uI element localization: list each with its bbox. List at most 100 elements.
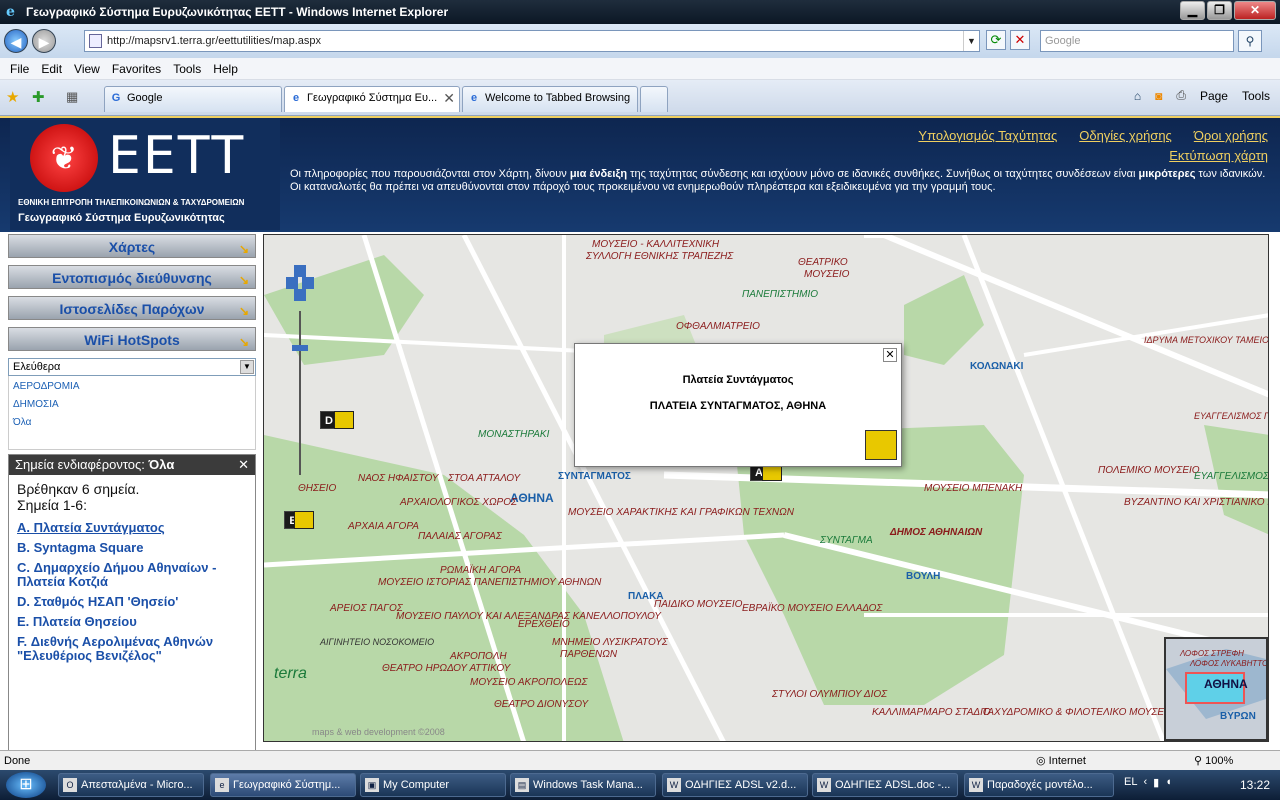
category-airports[interactable]: ΑΕΡΟΔΡΟΜΙΑ bbox=[13, 380, 251, 398]
result-link[interactable]: D. Σταθμός ΗΣΑΠ 'Θησείο' bbox=[17, 595, 247, 609]
taskbar-item[interactable]: W ΟΔΗΓΙΕΣ ADSL.doc -... bbox=[812, 773, 958, 797]
search-input[interactable]: Google bbox=[1040, 30, 1234, 52]
taskbar-item[interactable]: W Παραδοχές μοντέλο... bbox=[964, 773, 1114, 797]
map-label: ΑΙΓΙΝΗΤΕΙΟ ΝΟΣΟΚΟΜΕΙΟ bbox=[320, 637, 435, 647]
logo-subtitle: ΕΘΝΙΚΗ ΕΠΙΤΡΟΠΗ ΤΗΛΕΠΙΚΟΙΝΩΝΙΩΝ & ΤΑΧΥΔΡ… bbox=[18, 198, 245, 207]
feeds-icon[interactable]: ◙ bbox=[1155, 89, 1162, 103]
result-link[interactable]: E. Πλατεία Θησείου bbox=[17, 615, 247, 629]
map-label: ΒΟΥΛΗ bbox=[906, 571, 941, 582]
arrow-icon: ↘ bbox=[238, 242, 249, 256]
network-icon[interactable]: ▮ bbox=[1153, 776, 1159, 789]
window-title: Γεωγραφικό Σύστημα Ευρυζωνικότητας ΕΕΤΤ … bbox=[26, 5, 449, 19]
poi-panel-header: Σημεία ενδιαφέροντος: Όλα ✕ bbox=[9, 455, 255, 475]
tab-close-icon[interactable]: ✕ bbox=[443, 90, 455, 107]
menu-favorites[interactable]: Favorites bbox=[106, 62, 167, 76]
tab-welcome[interactable]: e Welcome to Tabbed Browsing bbox=[462, 86, 638, 112]
map-label: ΕΥΑΓΓΕΛΙΣΜΟΣ ΠΕΡΙΦΕΡΕΙΑΚΟ ΝΟΣΟΚΟΜΕΙΟ bbox=[1194, 411, 1268, 421]
map-label: ΑΚΡΟΠΟΛΗ bbox=[450, 651, 507, 662]
map-label: ΡΩΜΑΪΚΗ ΑΓΟΡΑ bbox=[440, 565, 522, 576]
eett-logo[interactable]: ❦ ΕΕΤΤ ΕΘΝΙΚΗ ΕΠΙΤΡΟΠΗ ΤΗΛΕΠΙΚΟΙΝΩΝΙΩΝ &… bbox=[10, 118, 280, 230]
menu-help[interactable]: Help bbox=[207, 62, 244, 76]
sidebar-button-maps[interactable]: Χάρτες ↘ bbox=[8, 234, 256, 258]
overview-minimap[interactable]: ΑΘΗΝΑ ΛΟΦΟΣ ΣΤΡΕΦΗ ΛΟΦΟΣ ΛΥΚΑΒΗΤΤΟΥ ΒΥΡΩ… bbox=[1164, 637, 1268, 741]
result-link[interactable]: C. Δημαρχείο Δήμου Αθηναίων - Πλατεία Κο… bbox=[17, 561, 247, 589]
ie-icon: e bbox=[292, 92, 300, 104]
tray-arrow-icon[interactable]: ‹ bbox=[1143, 776, 1147, 789]
print-icon[interactable]: ⎙ bbox=[1176, 88, 1186, 103]
tab-eett-map[interactable]: e Γεωγραφικό Σύστημα Ευ... ✕ bbox=[284, 86, 460, 112]
instructions-link[interactable]: Οδηγίες χρήσης bbox=[1079, 128, 1172, 143]
home-icon[interactable]: ⌂ bbox=[1134, 89, 1141, 103]
menu-view[interactable]: View bbox=[68, 62, 106, 76]
map-label: ΒΥΡΩΝ bbox=[1220, 711, 1256, 722]
wifi-filter-select[interactable]: Ελεύθερα ▼ bbox=[8, 358, 256, 376]
print-map-link[interactable]: Εκτύπωση χάρτη bbox=[1169, 148, 1268, 163]
map-label: ΜΟΥΣΕΙΟ ΧΑΡΑΚΤΙΚΗΣ ΚΑΙ ΓΡΑΦΙΚΩΝ ΤΕΧΝΩΝ bbox=[568, 507, 794, 518]
start-button[interactable]: ⊞ bbox=[6, 772, 46, 798]
favorites-star-icon[interactable]: ★ bbox=[6, 88, 19, 106]
search-icon[interactable]: ⚲ bbox=[1238, 30, 1262, 52]
zoom-level[interactable]: ⚲ 100% bbox=[1194, 751, 1233, 771]
taskbar-item[interactable]: W ΟΔΗΓΙΕΣ ADSL v2.d... bbox=[662, 773, 808, 797]
map-watermark: maps & web development ©2008 bbox=[312, 727, 445, 737]
menu-file[interactable]: File bbox=[4, 62, 35, 76]
menu-edit[interactable]: Edit bbox=[35, 62, 68, 76]
volume-icon[interactable]: ◖ bbox=[1165, 776, 1172, 789]
terra-logo: terra bbox=[274, 665, 307, 682]
minimize-button[interactable]: ▁ bbox=[1180, 1, 1205, 20]
map-label: ΙΔΡΥΜΑ ΜΕΤΟΧΙΚΟΥ ΤΑΜΕΙΟΥ ΣΤΡΑΤΟΥ bbox=[1144, 335, 1269, 345]
stop-button[interactable]: ✕ bbox=[1010, 30, 1030, 50]
close-button[interactable]: ✕ bbox=[1234, 1, 1276, 20]
ie-icon: e bbox=[215, 778, 229, 792]
refresh-button[interactable]: ⟳ bbox=[986, 30, 1006, 50]
result-link[interactable]: F. Διεθνής Αερολιμένας Αθηνών "Ελευθέριο… bbox=[17, 635, 247, 663]
map-label: ΟΦΘΑΛΜΙΑΤΡΕΙΟ bbox=[676, 321, 760, 332]
close-icon[interactable]: ✕ bbox=[238, 455, 249, 475]
taskbar-item[interactable]: ▣ My Computer bbox=[360, 773, 506, 797]
map-label: ΣΤΥΛΟΙ ΟΛΥΜΠΙΟΥ ΔΙΟΣ bbox=[772, 689, 888, 700]
forward-button[interactable]: ▶ bbox=[32, 29, 56, 53]
result-link[interactable]: A. Πλατεία Συντάγματος bbox=[17, 521, 247, 535]
map-label: ΜΟΝΑΣΤΗΡΑΚΙ bbox=[478, 429, 550, 440]
map-label: ΕΒΡΑΪΚΟ ΜΟΥΣΕΙΟ ΕΛΛΑΔΟΣ bbox=[742, 603, 883, 614]
map-label: ΚΟΛΩΝΑΚΙ bbox=[970, 361, 1024, 372]
terms-link[interactable]: Όροι χρήσης bbox=[1194, 128, 1268, 143]
map-label: ΜΟΥΣΕΙΟ ΑΚΡΟΠΟΛΕΩΣ bbox=[470, 677, 588, 688]
globe-icon: ◎ bbox=[1036, 755, 1049, 767]
taskbar-item[interactable]: ▤ Windows Task Mana... bbox=[510, 773, 656, 797]
map-label: ΛΟΦΟΣ ΛΥΚΑΒΗΤΤΟΥ bbox=[1190, 659, 1268, 668]
clock[interactable]: 13:22 bbox=[1240, 778, 1270, 792]
bus-stop-icon[interactable] bbox=[334, 411, 354, 429]
back-button[interactable]: ◀ bbox=[4, 29, 28, 53]
new-tab-button[interactable] bbox=[640, 86, 668, 112]
map-label: ΜΟΥΣΕΙΟ ΙΣΤΟΡΙΑΣ ΠΑΝΕΠΙΣΤΗΜΙΟΥ ΑΘΗΝΩΝ bbox=[378, 577, 602, 588]
category-public[interactable]: ΔΗΜΟΣΙΑ bbox=[13, 398, 251, 416]
language-indicator[interactable]: EL bbox=[1124, 776, 1137, 789]
chevron-down-icon[interactable]: ▼ bbox=[963, 31, 979, 51]
result-link[interactable]: B. Syntagma Square bbox=[17, 541, 247, 555]
speed-calc-link[interactable]: Υπολογισμός Ταχύτητας bbox=[918, 128, 1057, 143]
bus-stop-icon[interactable] bbox=[294, 511, 314, 529]
add-favorite-icon[interactable]: ✚ bbox=[32, 88, 45, 106]
sidebar-button-providers[interactable]: Ιστοσελίδες Παρόχων ↘ bbox=[8, 296, 256, 320]
tab-google[interactable]: G Google bbox=[104, 86, 282, 112]
map-label: ΑΡΧΑΙΑ ΑΓΟΡΑ bbox=[348, 521, 419, 532]
tree-logo-icon: ❦ bbox=[30, 124, 98, 192]
menu-tools[interactable]: Tools bbox=[167, 62, 207, 76]
sidebar-button-wifi[interactable]: WiFi HotSpots ↘ bbox=[8, 327, 256, 351]
maximize-button[interactable]: ❐ bbox=[1207, 1, 1232, 20]
map-label: ΠΑΙΔΙΚΟ ΜΟΥΣΕΙΟ bbox=[654, 599, 743, 610]
tools-menu[interactable]: Tools bbox=[1242, 89, 1270, 103]
map-label: ΛΟΦΟΣ ΣΤΡΕΦΗ bbox=[1180, 649, 1244, 658]
sidebar-button-address[interactable]: Εντοπισμός διεύθυνσης ↘ bbox=[8, 265, 256, 289]
taskbar-item[interactable]: O Απεσταλμένα - Micro... bbox=[58, 773, 204, 797]
category-all[interactable]: Όλα bbox=[13, 416, 251, 434]
close-icon[interactable]: ✕ bbox=[883, 348, 897, 362]
taskbar-item[interactable]: e Γεωγραφικό Σύστημ... bbox=[210, 773, 356, 797]
page-menu[interactable]: Page bbox=[1200, 89, 1228, 103]
map-view[interactable]: ΜΟΥΣΕΙΟ - ΚΑΛΛΙΤΕΧΝΙΚΗ ΣΥΛΛΟΓΗ ΕΘΝΙΚΗΣ Τ… bbox=[263, 234, 1269, 742]
address-bar[interactable]: http://mapsrv1.terra.gr/eettutilities/ma… bbox=[84, 30, 980, 52]
zoom-control[interactable] bbox=[286, 265, 314, 485]
map-label: ΠΑΝΕΠΙΣΤΗΜΙΟ bbox=[742, 289, 819, 300]
quick-tabs-icon[interactable]: ▦ bbox=[66, 89, 78, 105]
